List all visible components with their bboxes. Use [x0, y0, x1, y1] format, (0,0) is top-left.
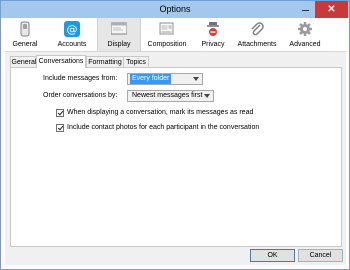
minimize-button[interactable]: [298, 1, 313, 18]
contact-photos-label: Include contact photos for each particip…: [67, 124, 260, 131]
toolbar-accounts-label: Accounts: [57, 41, 87, 48]
include-messages-label: Include messages from:: [43, 75, 118, 82]
composition-icon: [159, 22, 174, 35]
toolbar-privacy[interactable]: Privacy: [195, 18, 231, 51]
options-window: Options ✕ General @ Accounts Display Com…: [0, 0, 350, 270]
contact-photos-checkbox[interactable]: [56, 124, 64, 132]
window-title: Options: [159, 4, 191, 14]
switch-icon: [20, 21, 30, 37]
toolbar-display[interactable]: Display: [97, 18, 141, 51]
toolbar-attachments[interactable]: Attachments: [233, 18, 281, 51]
order-conversations-value: Newest messages first: [132, 92, 203, 99]
mark-read-checkbox[interactable]: [56, 109, 64, 117]
tab-conversations[interactable]: Conversations: [36, 55, 86, 68]
toolbar-advanced-label: Advanced: [289, 41, 321, 48]
toolbar-attachments-label: Attachments: [237, 41, 277, 48]
content-area: General Conversations Formatting Topics …: [5, 51, 346, 265]
ok-button[interactable]: OK: [250, 249, 295, 262]
privacy-icon: [207, 22, 219, 36]
toolbar-accounts[interactable]: @ Accounts: [49, 18, 95, 51]
toolbar-general[interactable]: General: [5, 18, 45, 51]
conversations-panel: Include messages from: Every folder Orde…: [10, 67, 342, 247]
chevron-down-icon: [204, 94, 210, 98]
order-conversations-label: Order conversations by:: [43, 92, 118, 99]
toolbar-privacy-label: Privacy: [201, 41, 225, 48]
toolbar-advanced[interactable]: Advanced: [283, 18, 327, 51]
chevron-down-icon: [193, 77, 199, 81]
gear-icon: [298, 22, 312, 36]
options-toolbar: General @ Accounts Display Composition P…: [5, 18, 347, 51]
cancel-button[interactable]: Cancel: [298, 249, 343, 262]
mark-read-label: When displaying a conversation, mark its…: [67, 109, 254, 116]
order-conversations-dropdown[interactable]: Newest messages first: [127, 90, 214, 102]
toolbar-general-label: General: [12, 41, 38, 48]
close-button[interactable]: ✕: [315, 1, 348, 18]
include-messages-value: Every folder: [130, 74, 172, 84]
title-bar: Options ✕: [1, 1, 349, 18]
toolbar-display-label: Display: [107, 41, 131, 48]
monitor-icon: [111, 22, 127, 35]
svg-text:@: @: [67, 23, 78, 36]
toolbar-composition-label: Composition: [147, 41, 187, 48]
toolbar-composition[interactable]: Composition: [141, 18, 193, 51]
include-messages-dropdown[interactable]: Every folder: [127, 73, 203, 85]
paperclip-icon: [251, 22, 264, 36]
at-sign-icon: @: [64, 21, 80, 37]
